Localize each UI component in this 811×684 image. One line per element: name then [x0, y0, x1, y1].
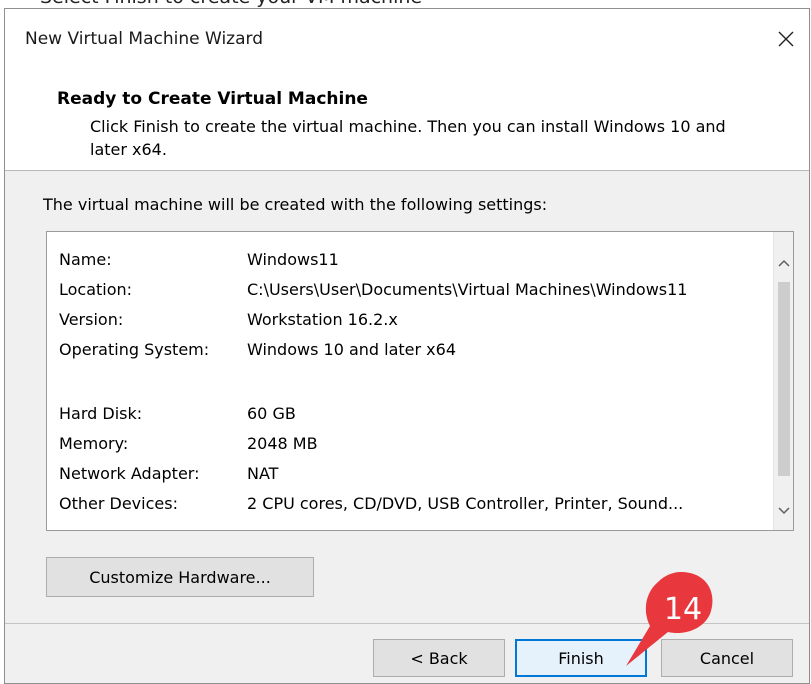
settings-row-hard-disk: Hard Disk: 60 GB [59, 398, 687, 428]
customize-hardware-button[interactable]: Customize Hardware... [46, 557, 314, 597]
settings-label: Hard Disk: [59, 403, 143, 423]
step-marker-number: 14 [663, 592, 703, 627]
settings-value: Workstation 16.2.x [247, 309, 398, 329]
header-panel: Ready to Create Virtual Machine Click Fi… [5, 59, 809, 171]
settings-row-other-devices: Other Devices: 2 CPU cores, CD/DVD, USB … [59, 488, 687, 518]
settings-row-os: Operating System: Windows 10 and later x… [59, 334, 687, 364]
settings-table: Name: Windows11 Location: C:\Users\User\… [59, 244, 687, 518]
close-button[interactable] [763, 21, 809, 57]
settings-value: C:\Users\User\Documents\Virtual Machines… [247, 279, 688, 299]
settings-value: NAT [247, 463, 279, 483]
scroll-down-button[interactable] [774, 500, 793, 522]
settings-spacer [59, 364, 687, 398]
settings-label: Operating System: [59, 339, 210, 359]
settings-label: Other Devices: [59, 493, 178, 513]
settings-label: Location: [59, 279, 133, 299]
settings-value: 2048 MB [247, 433, 318, 453]
settings-label: Network Adapter: [59, 463, 200, 483]
chevron-up-icon [778, 259, 790, 267]
wizard-dialog: New Virtual Machine Wizard Ready to Crea… [4, 8, 810, 684]
settings-value: 60 GB [247, 403, 296, 423]
window-title: New Virtual Machine Wizard [25, 29, 263, 49]
settings-row-memory: Memory: 2048 MB [59, 428, 687, 458]
page-title: Ready to Create Virtual Machine [57, 89, 368, 109]
settings-value: Windows11 [247, 249, 339, 269]
settings-summary-box: Name: Windows11 Location: C:\Users\User\… [46, 231, 794, 531]
settings-row-version: Version: Workstation 16.2.x [59, 304, 687, 334]
settings-value: 2 CPU cores, CD/DVD, USB Controller, Pri… [247, 493, 684, 513]
scroll-up-button[interactable] [774, 252, 793, 274]
page-description: Click Finish to create the virtual machi… [90, 117, 726, 159]
settings-label: Name: [59, 249, 112, 269]
page-caption: Select Finish to create your VM machine [40, 0, 422, 8]
settings-label: Version: [59, 309, 124, 329]
settings-intro: The virtual machine will be created with… [43, 195, 548, 214]
close-icon [778, 31, 794, 47]
title-bar: New Virtual Machine Wizard [5, 9, 809, 59]
settings-row-network: Network Adapter: NAT [59, 458, 687, 488]
chevron-down-icon [778, 507, 790, 515]
finish-button[interactable]: Finish [515, 639, 647, 677]
settings-row-name: Name: Windows11 [59, 244, 687, 274]
vertical-scrollbar[interactable] [773, 232, 793, 530]
cancel-button[interactable]: Cancel [661, 639, 793, 677]
back-button[interactable]: < Back [373, 639, 505, 677]
settings-label: Memory: [59, 433, 129, 453]
scroll-thumb[interactable] [778, 282, 790, 476]
settings-value: Windows 10 and later x64 [247, 339, 456, 359]
settings-row-location: Location: C:\Users\User\Documents\Virtua… [59, 274, 687, 304]
